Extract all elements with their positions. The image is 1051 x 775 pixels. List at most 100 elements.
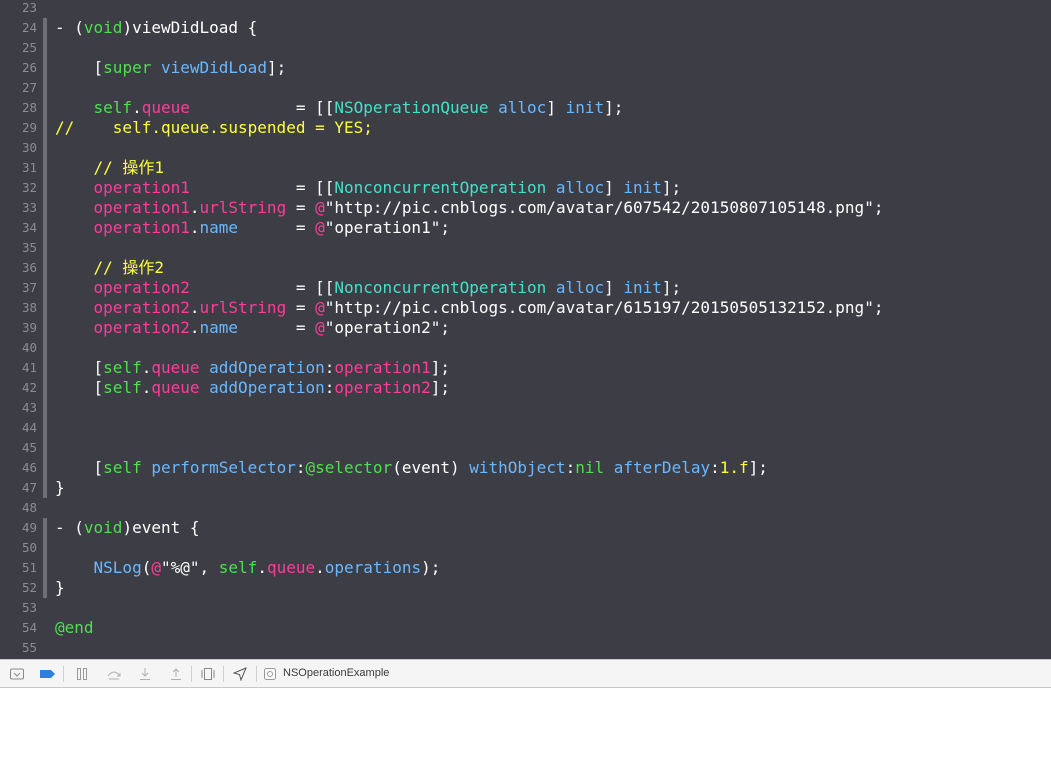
code-token: NSLog — [93, 558, 142, 577]
code-token: alloc — [555, 178, 605, 197]
code-line[interactable]: 27 — [0, 78, 1051, 98]
code-line[interactable]: 36 // 操作2 — [0, 258, 1051, 278]
code-line[interactable]: 35 — [0, 238, 1051, 258]
code-line[interactable]: 43 — [0, 398, 1051, 418]
code-line[interactable]: 53 — [0, 598, 1051, 618]
code-token: [ — [55, 458, 104, 477]
code-folding-ribbon[interactable] — [43, 38, 47, 58]
code-line[interactable]: 24 - (void)viewDidLoad { — [0, 18, 1051, 38]
step-out-button[interactable] — [163, 660, 189, 687]
code-line[interactable]: 42 [self.queue addOperation:operation2]; — [0, 378, 1051, 398]
code-folding-ribbon[interactable] — [43, 218, 47, 238]
code-folding-ribbon[interactable] — [43, 98, 47, 118]
code-line[interactable]: 32 operation1 = [[NonconcurrentOperation… — [0, 178, 1051, 198]
code-token: name — [199, 218, 239, 237]
code-token: . — [141, 378, 152, 397]
code-folding-ribbon[interactable] — [43, 58, 47, 78]
code-token: "%@" — [160, 558, 200, 577]
code-line[interactable]: 50 — [0, 538, 1051, 558]
code-token: @ — [315, 198, 325, 217]
code-line[interactable]: 52} — [0, 578, 1051, 598]
code-folding-ribbon[interactable] — [43, 138, 47, 158]
code-line[interactable]: 41 [self.queue addOperation:operation1]; — [0, 358, 1051, 378]
view-debugger-button[interactable] — [195, 660, 221, 687]
code-folding-ribbon[interactable] — [43, 278, 47, 298]
code-folding-ribbon[interactable] — [43, 378, 47, 398]
breakpoints-toggle-button[interactable] — [35, 660, 61, 687]
code-token: @end — [55, 618, 94, 637]
code-folding-ribbon[interactable] — [43, 158, 47, 178]
step-out-icon — [171, 667, 181, 680]
code-folding-ribbon[interactable] — [43, 398, 47, 418]
code-line[interactable]: 33 operation1.urlString = @"http://pic.c… — [0, 198, 1051, 218]
code-folding-ribbon[interactable] — [43, 258, 47, 278]
code-line[interactable]: 39 operation2.name = @"operation2"; — [0, 318, 1051, 338]
step-over-button[interactable] — [101, 660, 127, 687]
target-label[interactable]: NSOperationExample — [283, 660, 389, 687]
code-token: name — [199, 318, 239, 337]
simulate-location-button[interactable] — [227, 660, 253, 687]
code-folding-ribbon[interactable] — [43, 558, 47, 578]
console-output-area[interactable] — [0, 688, 1051, 775]
code-folding-ribbon[interactable] — [43, 338, 47, 358]
code-folding-ribbon[interactable] — [43, 198, 47, 218]
hide-debug-area-button[interactable] — [4, 660, 30, 687]
code-line[interactable]: 48 — [0, 498, 1051, 518]
code-line[interactable]: 37 operation2 = [[NonconcurrentOperation… — [0, 278, 1051, 298]
code-line[interactable]: 44 — [0, 418, 1051, 438]
code-token: ]; — [661, 278, 682, 297]
code-token: super — [103, 58, 152, 77]
code-line[interactable]: 54 @end — [0, 618, 1051, 638]
code-text: operation2.name = @"operation2"; — [55, 318, 450, 338]
code-line[interactable]: 23 — [0, 0, 1051, 18]
code-folding-ribbon[interactable] — [43, 18, 47, 38]
pause-button[interactable] — [69, 660, 95, 687]
code-folding-ribbon[interactable] — [43, 578, 47, 598]
code-folding-ribbon[interactable] — [43, 318, 47, 338]
code-line[interactable]: 40 — [0, 338, 1051, 358]
line-number: 45 — [21, 440, 37, 455]
code-text: self.queue = [[NSOperationQueue alloc] i… — [55, 98, 624, 118]
code-line[interactable]: 34 operation1.name = @"operation1"; — [0, 218, 1051, 238]
code-token: [ — [55, 58, 104, 77]
code-line[interactable]: 47} — [0, 478, 1051, 498]
code-folding-ribbon[interactable] — [43, 358, 47, 378]
code-folding-ribbon[interactable] — [43, 238, 47, 258]
code-line[interactable]: 30 — [0, 138, 1051, 158]
code-line[interactable]: 26 [super viewDidLoad]; — [0, 58, 1051, 78]
code-text: operation2 = [[NonconcurrentOperation al… — [55, 278, 682, 298]
code-token: = — [286, 298, 316, 317]
breakpoint-icon — [40, 669, 55, 678]
code-line[interactable]: 51 NSLog(@"%@", self.queue.operations); — [0, 558, 1051, 578]
code-line[interactable]: 29 // self.queue.suspended = YES; — [0, 118, 1051, 138]
code-folding-ribbon[interactable] — [43, 538, 47, 558]
code-token: "operation2" — [324, 318, 441, 337]
code-line[interactable]: 55 — [0, 638, 1051, 658]
code-token: "operation1" — [324, 218, 441, 237]
line-number: 38 — [21, 300, 37, 315]
code-folding-ribbon[interactable] — [43, 118, 47, 138]
step-into-button[interactable] — [132, 660, 158, 687]
code-folding-ribbon[interactable] — [43, 418, 47, 438]
code-token: : — [324, 378, 335, 397]
code-line[interactable]: 28 self.queue = [[NSOperationQueue alloc… — [0, 98, 1051, 118]
code-line[interactable]: 38 operation2.urlString = @"http://pic.c… — [0, 298, 1051, 318]
target-selector[interactable] — [259, 660, 281, 687]
code-line[interactable]: 45 — [0, 438, 1051, 458]
code-text: } — [55, 478, 65, 498]
code-line[interactable]: 31 // 操作1 — [0, 158, 1051, 178]
code-folding-ribbon[interactable] — [43, 458, 47, 478]
code-line[interactable]: 46 [self performSelector: @selector(event… — [0, 458, 1051, 478]
code-folding-ribbon[interactable] — [43, 78, 47, 98]
code-folding-ribbon[interactable] — [43, 298, 47, 318]
code-folding-ribbon[interactable] — [43, 478, 47, 498]
code-line[interactable]: 25 — [0, 38, 1051, 58]
code-line[interactable]: 49 - (void)event { — [0, 518, 1051, 538]
code-folding-ribbon[interactable] — [43, 438, 47, 458]
source-editor[interactable]: 23 24- (void)viewDidLoad {25 26 [super vie… — [0, 0, 1051, 659]
code-folding-ribbon[interactable] — [43, 518, 47, 538]
code-folding-ribbon[interactable] — [43, 178, 47, 198]
